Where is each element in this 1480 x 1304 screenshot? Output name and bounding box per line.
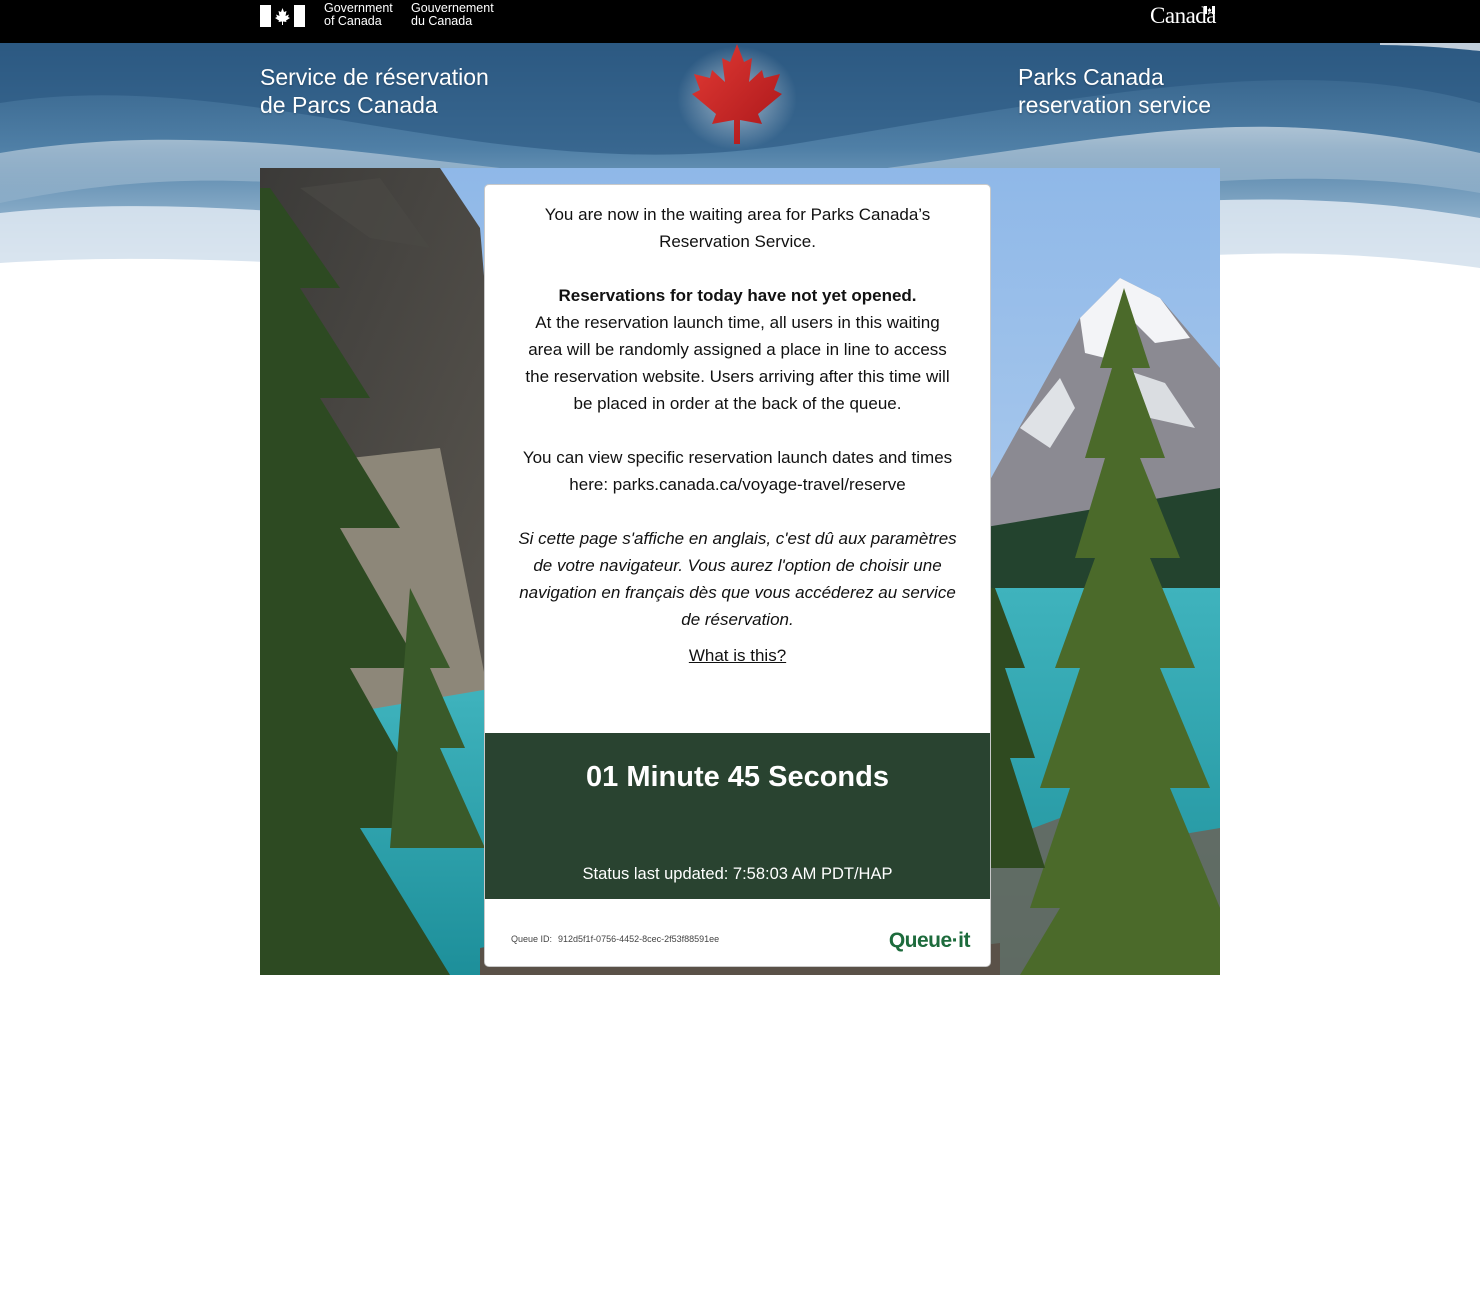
title-french: Service de réservation de Parcs Canada bbox=[260, 63, 489, 119]
french-note-line2: de votre navigateur. Vous aurez l'option… bbox=[533, 556, 942, 575]
page: Government of Canada Gouvernement du Can… bbox=[0, 0, 1480, 1304]
title-english: Parks Canada reservation service bbox=[1018, 63, 1211, 119]
countdown-panel: 01 Minute 45 Seconds Status last updated… bbox=[485, 733, 990, 899]
maple-leaf-icon bbox=[677, 44, 797, 150]
canada-flag-icon bbox=[260, 5, 305, 27]
gov-fr-signature: Gouvernement du Canada bbox=[411, 2, 494, 28]
message-body: You are now in the waiting area for Park… bbox=[485, 185, 990, 669]
gov-fr-line2: du Canada bbox=[411, 14, 473, 28]
body-line2: area will be randomly assigned a place i… bbox=[528, 340, 947, 359]
title-en-line1: Parks Canada bbox=[1018, 64, 1164, 90]
queue-id-label: Queue ID: bbox=[511, 934, 553, 944]
countdown-timer: 01 Minute 45 Seconds bbox=[586, 761, 889, 793]
title-fr-line2: de Parcs Canada bbox=[260, 92, 438, 118]
queue-id: Queue ID: 912d5f1f-0756-4452-8cec-2f53f88… bbox=[511, 934, 719, 944]
dates-line2: here: parks.canada.ca/voyage-travel/rese… bbox=[569, 475, 906, 494]
intro-line2: Reservation Service. bbox=[659, 232, 816, 251]
gov-en-line2: of Canada bbox=[324, 14, 382, 28]
gov-en-signature: Government of Canada bbox=[324, 2, 393, 28]
title-fr-line1: Service de réservation bbox=[260, 64, 489, 90]
wordmark-flag-icon bbox=[1204, 6, 1215, 14]
status-updated: Status last updated: 7:58:03 AM PDT/HAP bbox=[582, 865, 893, 883]
french-note-line1: Si cette page s'affiche en anglais, c'es… bbox=[518, 529, 957, 548]
card-footer: Queue ID: 912d5f1f-0756-4452-8cec-2f53f88… bbox=[485, 899, 990, 966]
waiting-room-card: You are now in the waiting area for Park… bbox=[484, 184, 991, 967]
queue-id-value: 912d5f1f-0756-4452-8cec-2f53f88591ee bbox=[558, 934, 720, 944]
body-line4: be placed in order at the back of the qu… bbox=[573, 394, 902, 413]
title-en-line2: reservation service bbox=[1018, 92, 1212, 118]
what-is-this-link[interactable]: What is this? bbox=[689, 642, 786, 669]
queue-it-logo: Queue·it bbox=[888, 929, 971, 952]
not-opened-heading: Reservations for today have not yet open… bbox=[558, 286, 917, 305]
french-note-line3: navigation en français dès que vous accé… bbox=[519, 583, 956, 602]
intro-line1: You are now in the waiting area for Park… bbox=[544, 205, 931, 224]
french-note-line4: de réservation. bbox=[681, 610, 794, 629]
body-line1: At the reservation launch time, all user… bbox=[535, 313, 940, 332]
gov-bar: Government of Canada Gouvernement du Can… bbox=[0, 0, 1480, 43]
gov-bar-inner: Government of Canada Gouvernement du Can… bbox=[260, 0, 1220, 43]
body-line3: the reservation website. Users arriving … bbox=[525, 367, 950, 386]
dates-line1: You can view specific reservation launch… bbox=[522, 448, 953, 467]
